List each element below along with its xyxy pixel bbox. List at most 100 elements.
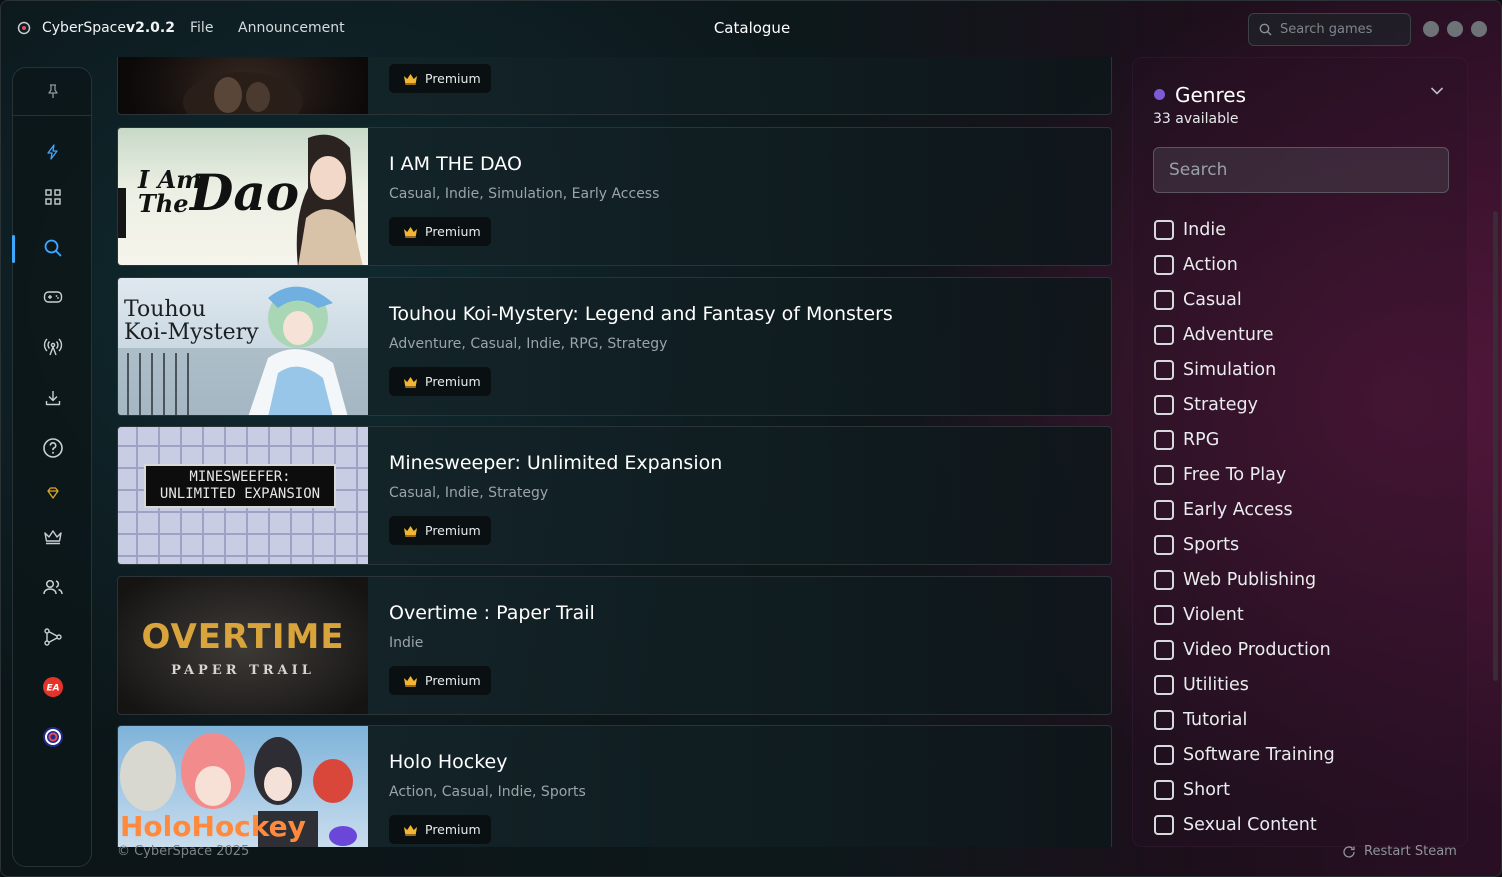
genre-checkbox-web-publishing[interactable]: Web Publishing [1154, 568, 1316, 592]
sidebar-divider [13, 115, 91, 116]
sidebar-help-icon[interactable] [41, 436, 65, 460]
genre-checkbox-utilities[interactable]: Utilities [1154, 673, 1249, 697]
game-thumbnail [118, 57, 368, 114]
game-card[interactable]: MINESWEEFER: UNLIMITED EXPANSION Mineswe… [117, 426, 1112, 565]
game-title: I AM THE DAO [389, 153, 522, 175]
checkbox[interactable] [1154, 325, 1174, 345]
checkbox[interactable] [1154, 780, 1174, 800]
copyright-text: © CyberSpace 2025 [117, 844, 250, 859]
game-thumbnail: Touhou Koi-Mystery [118, 278, 368, 415]
genre-checkbox-short[interactable]: Short [1154, 778, 1230, 802]
genre-checkbox-sports[interactable]: Sports [1154, 533, 1239, 557]
genre-checkbox-sexual-content[interactable]: Sexual Content [1154, 813, 1317, 837]
sidebar-network-icon[interactable] [41, 625, 65, 649]
checkbox[interactable] [1154, 395, 1174, 415]
checkbox[interactable] [1154, 535, 1174, 555]
game-card[interactable]: HoloHockey Holo Hockey Action, Casual, I… [117, 725, 1112, 847]
genre-label: RPG [1183, 430, 1220, 450]
sidebar-crown-icon[interactable] [41, 525, 65, 549]
checkbox[interactable] [1154, 745, 1174, 765]
sidebar-broadcast-icon[interactable] [41, 335, 65, 359]
sidebar-lightning-icon[interactable] [41, 140, 65, 164]
crown-icon [404, 675, 417, 687]
genre-label: Simulation [1183, 360, 1277, 380]
checkbox[interactable] [1154, 220, 1174, 240]
genre-label: Early Access [1183, 500, 1293, 520]
checkbox[interactable] [1154, 360, 1174, 380]
genres-count: 33 available [1153, 111, 1239, 127]
checkbox[interactable] [1154, 570, 1174, 590]
genre-checkbox-tutorial[interactable]: Tutorial [1154, 708, 1247, 732]
genre-checkbox-indie[interactable]: Indie [1154, 218, 1226, 242]
svg-text:EA: EA [46, 684, 59, 694]
premium-badge-label: Premium [425, 673, 481, 688]
genre-label: Adventure [1183, 325, 1274, 345]
checkbox[interactable] [1154, 640, 1174, 660]
genre-checkbox-strategy[interactable]: Strategy [1154, 393, 1258, 417]
sidebar-diamond-icon[interactable] [41, 481, 65, 505]
genre-label: Short [1183, 780, 1230, 800]
thumbnail-logo-text: Dao [190, 163, 300, 222]
game-card[interactable]: I Am The Dao I AM THE DAO Casual, Indie,… [117, 127, 1112, 266]
sidebar-pin-icon[interactable] [41, 79, 65, 103]
game-thumbnail: OVERTIME PAPER TRAIL [118, 577, 368, 714]
game-thumbnail: HoloHockey [118, 726, 368, 847]
chevron-down-icon[interactable] [1430, 86, 1444, 96]
genre-label: Sports [1183, 535, 1240, 555]
genre-checkbox-action[interactable]: Action [1154, 253, 1238, 277]
game-search-input[interactable] [1280, 22, 1400, 37]
genre-checkbox-free-to-play[interactable]: Free To Play [1154, 463, 1286, 487]
premium-badge-label: Premium [425, 822, 481, 837]
genre-label: Software Training [1183, 745, 1335, 765]
sidebar-gamepad-icon[interactable] [41, 285, 65, 309]
game-list: Premium I Am The Dao I AM THE DAO Casual… [117, 57, 1112, 847]
menu-announcement[interactable]: Announcement [238, 20, 345, 36]
sidebar-active-indicator [12, 235, 15, 263]
game-card[interactable]: Premium [117, 57, 1112, 115]
genre-label: Violent [1183, 605, 1244, 625]
maximize-button[interactable] [1447, 21, 1463, 37]
genre-checkbox-violent[interactable]: Violent [1154, 603, 1244, 627]
sidebar-download-icon[interactable] [41, 386, 65, 410]
sidebar-ubisoft-icon[interactable] [41, 725, 65, 749]
checkbox[interactable] [1154, 675, 1174, 695]
checkbox[interactable] [1154, 290, 1174, 310]
genres-scrollbar[interactable] [1493, 211, 1498, 681]
game-search-box[interactable] [1248, 13, 1411, 46]
genre-checkbox-rpg[interactable]: RPG [1154, 428, 1219, 452]
genre-label: Casual [1183, 290, 1242, 310]
restart-steam-button[interactable]: Restart Steam [1342, 844, 1457, 859]
checkbox[interactable] [1154, 710, 1174, 730]
sidebar-grid-icon[interactable] [41, 185, 65, 209]
checkbox[interactable] [1154, 605, 1174, 625]
game-card[interactable]: Touhou Koi-Mystery Touhou Koi-Mystery: L… [117, 277, 1112, 416]
menu-file[interactable]: File [190, 20, 213, 36]
sidebar-search-icon[interactable] [41, 236, 65, 260]
game-thumbnail: MINESWEEFER: UNLIMITED EXPANSION [118, 427, 368, 564]
genre-checkbox-early-access[interactable]: Early Access [1154, 498, 1293, 522]
checkbox[interactable] [1154, 255, 1174, 275]
checkbox[interactable] [1154, 430, 1174, 450]
sidebar-ea-icon[interactable]: EA [41, 675, 65, 699]
genre-checkbox-casual[interactable]: Casual [1154, 288, 1242, 312]
game-card[interactable]: OVERTIME PAPER TRAIL Overtime : Paper Tr… [117, 576, 1112, 715]
checkbox[interactable] [1154, 500, 1174, 520]
checkbox[interactable] [1154, 815, 1174, 835]
app-version: v2.0.2 [126, 20, 175, 36]
checkbox[interactable] [1154, 465, 1174, 485]
genre-checkbox-software-training[interactable]: Software Training [1154, 743, 1335, 767]
sidebar-users-icon[interactable] [41, 575, 65, 599]
genre-label: Free To Play [1183, 465, 1287, 485]
minimize-button[interactable] [1423, 21, 1439, 37]
game-title: Overtime : Paper Trail [389, 602, 595, 624]
genre-search-box[interactable] [1153, 147, 1449, 193]
app-window: CyberSpace v2.0.2 File Announcement Cata… [0, 0, 1502, 877]
genre-checkbox-video-production[interactable]: Video Production [1154, 638, 1331, 662]
genre-checkbox-adventure[interactable]: Adventure [1154, 323, 1274, 347]
genre-search-input[interactable] [1169, 160, 1439, 180]
genres-title: Genres [1175, 83, 1246, 107]
genre-checkbox-simulation[interactable]: Simulation [1154, 358, 1276, 382]
app-name: CyberSpace [42, 20, 126, 36]
game-thumbnail: I Am The Dao [118, 128, 368, 265]
close-button[interactable] [1471, 21, 1487, 37]
